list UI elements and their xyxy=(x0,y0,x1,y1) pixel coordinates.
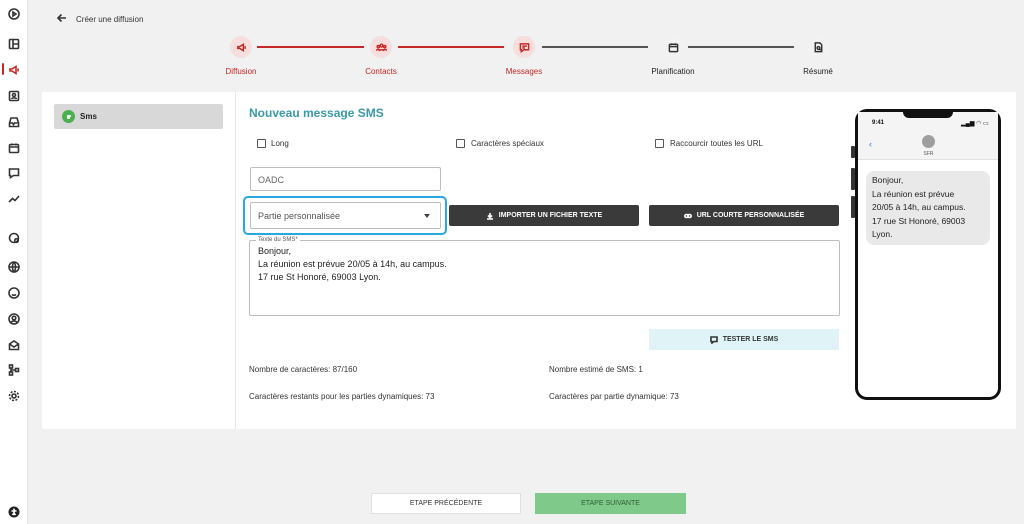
emoji-icon[interactable] xyxy=(7,286,21,300)
step-label-contacts: Contacts xyxy=(365,67,397,76)
message-bubble: Bonjour, La réunion est prévue 20/05 à 1… xyxy=(866,171,990,245)
remaining-chars: Caractères restants pour les parties dyn… xyxy=(249,392,435,401)
back-arrow-icon[interactable] xyxy=(56,12,68,24)
gear-icon[interactable] xyxy=(7,389,21,403)
users-icon xyxy=(375,43,387,51)
step-contacts[interactable] xyxy=(370,36,392,58)
sms-text-label: Texte du SMS* xyxy=(256,237,300,243)
step-connector xyxy=(542,46,648,48)
contact-card-icon[interactable] xyxy=(7,89,21,103)
chat-bubble-icon xyxy=(62,110,75,123)
sidebar xyxy=(0,0,28,524)
bubble-line: Lyon. xyxy=(872,229,893,239)
bubble-line: 17 rue St Honoré, 69003 xyxy=(872,215,966,226)
checkbox-shorten-urls-label: Raccourcir toutes les URL xyxy=(670,139,763,148)
personalized-part-select-value: Partie personnalisée xyxy=(258,211,341,221)
contact-avatar xyxy=(922,135,935,148)
step-label-messages: Messages xyxy=(505,67,543,76)
checkbox-long-label: Long xyxy=(271,139,289,148)
hierarchy-icon[interactable] xyxy=(7,363,21,377)
checkbox-shorten-urls[interactable] xyxy=(655,139,664,148)
step-connector xyxy=(398,46,504,48)
sms-text-line: 17 rue St Honoré, 69003 Lyon. xyxy=(258,272,381,282)
checkbox-special-chars[interactable] xyxy=(456,139,465,148)
step-diffusion[interactable] xyxy=(230,36,252,58)
channel-panel xyxy=(42,92,236,429)
globe-icon[interactable] xyxy=(7,260,21,274)
step-resume[interactable] xyxy=(807,36,829,58)
active-indicator xyxy=(2,63,4,75)
document-search-icon xyxy=(814,41,822,52)
import-text-file-button[interactable]: IMPORTER UN FICHIER TEXTE xyxy=(449,205,639,226)
sms-count: Nombre estimé de SMS: 1 xyxy=(549,365,643,374)
inbox-icon[interactable] xyxy=(7,115,21,129)
calendar-icon[interactable] xyxy=(7,141,21,155)
previous-step-button[interactable]: ETAPE PRÉCÉDENTE xyxy=(371,493,521,514)
mail-open-icon[interactable] xyxy=(7,338,21,352)
message-icon xyxy=(709,335,718,344)
play-circle-icon[interactable] xyxy=(7,7,21,21)
chars-per-part: Caractères par partie dynamique: 73 xyxy=(549,392,679,401)
test-sms-button[interactable]: TESTER LE SMS xyxy=(649,329,839,350)
chat-icon[interactable] xyxy=(7,166,21,180)
checkbox-special-chars-label: Caractères spéciaux xyxy=(471,139,544,148)
trend-icon[interactable] xyxy=(7,192,21,206)
next-step-button[interactable]: ETAPE SUIVANTE xyxy=(535,493,686,514)
back-chevron-icon: ‹ xyxy=(869,139,872,149)
next-step-label: ETAPE SUIVANTE xyxy=(581,500,640,507)
channel-tab-label: Sms xyxy=(80,112,97,121)
message-icon xyxy=(519,42,529,53)
step-messages[interactable] xyxy=(513,36,535,58)
bubble-line: Bonjour, xyxy=(872,175,904,185)
oadc-placeholder: OADC xyxy=(258,175,285,185)
checkbox-long[interactable] xyxy=(257,139,266,148)
phone-time: 9:41 xyxy=(872,120,885,126)
sms-text-line: Bonjour, xyxy=(258,246,292,256)
accessibility-icon[interactable] xyxy=(7,505,21,519)
calendar-icon xyxy=(668,42,678,52)
megaphone-icon xyxy=(236,42,246,52)
phone-notch xyxy=(903,109,953,118)
char-count: Nombre de caractères: 87/160 xyxy=(249,365,358,374)
bubble-line: 20/05 à 14h, au campus. xyxy=(872,202,966,212)
signal-battery-icon: ▂▄▆ ◠ ▭ xyxy=(961,121,989,127)
step-label-resume: Résumé xyxy=(803,67,833,76)
sms-text-line: La réunion est prévue 20/05 à 14h, au ca… xyxy=(258,259,447,269)
custom-short-url-label: URL COURTE PERSONNALISÉE xyxy=(696,212,805,219)
form-title: Nouveau message SMS xyxy=(249,106,384,120)
test-sms-label: TESTER LE SMS xyxy=(722,336,779,343)
bubble-line: La réunion est prévue xyxy=(872,188,955,199)
phone-sender: SFR xyxy=(923,151,934,157)
step-label-diffusion: Diffusion xyxy=(225,67,257,76)
dashboard-icon[interactable] xyxy=(7,37,21,51)
page-title: Créer une diffusion xyxy=(76,15,144,24)
import-text-file-label: IMPORTER UN FICHIER TEXTE xyxy=(498,212,603,219)
step-label-planification: Planification xyxy=(651,67,695,76)
download-icon xyxy=(486,212,493,220)
megaphone-icon[interactable] xyxy=(7,63,21,77)
chevron-down-icon xyxy=(424,214,430,218)
user-circle-icon[interactable] xyxy=(7,312,21,326)
step-connector xyxy=(257,46,364,48)
settings-badge-icon[interactable] xyxy=(7,231,21,245)
step-connector xyxy=(688,46,794,48)
link-icon xyxy=(683,213,692,218)
step-planification[interactable] xyxy=(662,36,684,58)
custom-short-url-button[interactable]: URL COURTE PERSONNALISÉE xyxy=(649,205,839,226)
previous-step-label: ETAPE PRÉCÉDENTE xyxy=(409,500,483,507)
